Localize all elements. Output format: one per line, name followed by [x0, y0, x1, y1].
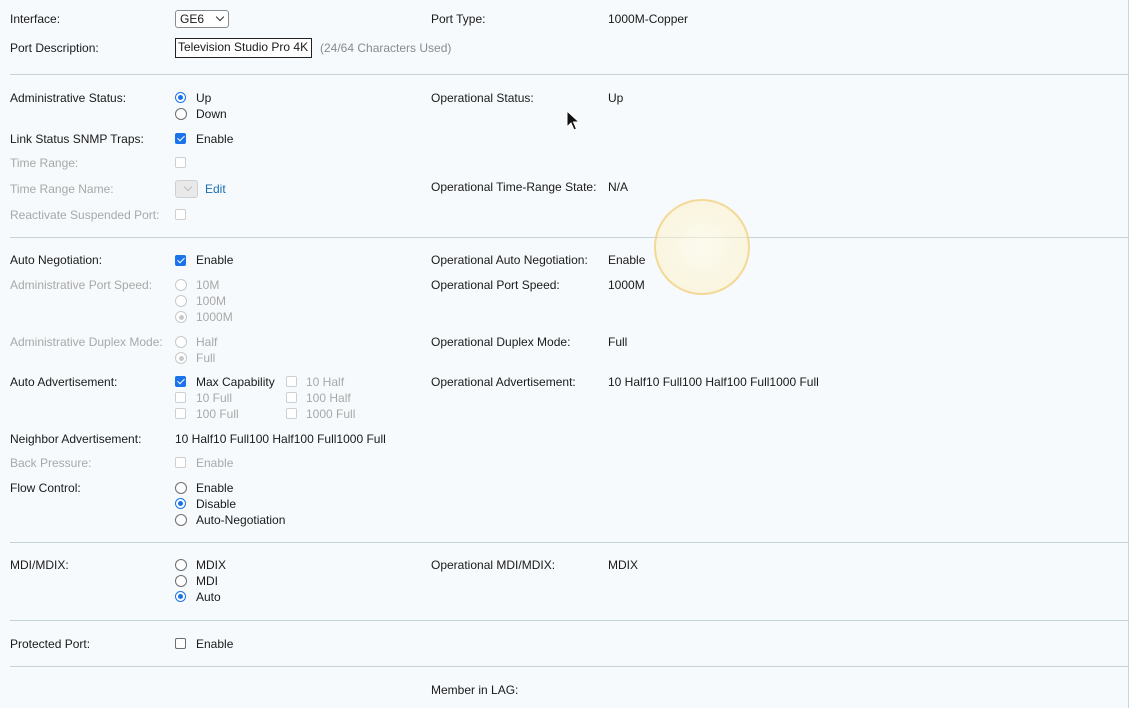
port-speed-1000m-label: 1000M	[196, 310, 233, 324]
adv-100-full-checkbox[interactable]	[175, 408, 186, 419]
oper-mdi-label: Operational MDI/MDIX:	[431, 558, 556, 572]
time-range-label: Time Range:	[10, 156, 79, 170]
flow-control-enable-radio[interactable]	[175, 482, 187, 494]
port-description-input[interactable]: Television Studio Pro 4K	[175, 38, 312, 58]
oper-auto-negotiation-value: Enable	[608, 253, 646, 267]
port-type-label: Port Type:	[431, 12, 486, 26]
mouse-pointer-icon	[566, 110, 580, 131]
mdi-auto-label: Auto	[196, 590, 221, 604]
oper-status-label: Operational Status:	[431, 91, 534, 105]
flow-control-label: Flow Control:	[10, 481, 81, 495]
interface-select[interactable]: GE6	[175, 10, 229, 28]
admin-status-down-radio[interactable]	[175, 108, 187, 120]
mdi-mdix-radio[interactable]	[175, 559, 187, 571]
port-speed-10m-radio[interactable]	[175, 279, 187, 291]
adv-100-full-label: 100 Full	[196, 407, 239, 421]
reactivate-port-label: Reactivate Suspended Port:	[10, 208, 160, 222]
interface-select-value: GE6	[180, 12, 205, 26]
port-speed-1000m-radio[interactable]	[175, 311, 187, 323]
snmp-traps-label: Link Status SNMP Traps:	[10, 132, 144, 146]
admin-status-down-label: Down	[196, 107, 227, 121]
snmp-traps-option: Enable	[196, 132, 234, 146]
adv-max-capability-label: Max Capability	[196, 375, 275, 389]
divider	[10, 542, 1129, 543]
auto-negotiation-label: Auto Negotiation:	[10, 253, 103, 267]
duplex-half-radio[interactable]	[175, 336, 187, 348]
admin-status-label: Administrative Status:	[10, 91, 127, 105]
protected-port-option: Enable	[196, 637, 234, 651]
divider	[10, 620, 1129, 621]
protected-port-checkbox[interactable]	[175, 638, 186, 649]
duplex-full-radio[interactable]	[175, 352, 187, 364]
protected-port-label: Protected Port:	[10, 637, 91, 651]
member-in-lag-label: Member in LAG:	[431, 683, 519, 697]
auto-negotiation-checkbox[interactable]	[175, 255, 186, 266]
time-range-checkbox[interactable]	[175, 157, 186, 168]
mdi-auto-radio[interactable]	[175, 591, 186, 602]
oper-duplex-label: Operational Duplex Mode:	[431, 335, 571, 349]
reactivate-port-checkbox[interactable]	[175, 209, 186, 220]
oper-duplex-value: Full	[608, 335, 628, 349]
adv-1000-full-checkbox[interactable]	[286, 408, 297, 419]
mdi-mdix-label: MDIX	[196, 558, 226, 572]
oper-auto-negotiation-label: Operational Auto Negotiation:	[431, 253, 588, 267]
adv-100-half-label: 100 Half	[306, 391, 351, 405]
snmp-traps-checkbox[interactable]	[175, 133, 186, 144]
interface-label: Interface:	[10, 12, 61, 26]
flow-control-enable-label: Enable	[196, 481, 234, 495]
adv-10-half-checkbox[interactable]	[286, 376, 297, 387]
port-speed-label: Administrative Port Speed:	[10, 278, 153, 292]
duplex-full-label: Full	[196, 351, 216, 365]
time-range-edit-link[interactable]: Edit	[205, 181, 226, 197]
oper-status-value: Up	[608, 91, 624, 105]
port-description-hint: (24/64 Characters Used)	[320, 41, 452, 55]
neighbor-advertisement-label: Neighbor Advertisement:	[10, 432, 142, 446]
duplex-half-label: Half	[196, 335, 218, 349]
divider	[10, 666, 1129, 667]
auto-negotiation-option: Enable	[196, 253, 234, 267]
oper-port-speed-label: Operational Port Speed:	[431, 278, 560, 292]
cursor-highlight-icon	[654, 199, 750, 295]
oper-advertisement-label: Operational Advertisement:	[431, 375, 576, 389]
oper-port-speed-value: 1000M	[608, 278, 645, 292]
admin-status-up-label: Up	[196, 91, 212, 105]
divider	[10, 74, 1129, 75]
oper-mdi-value: MDIX	[608, 558, 638, 572]
back-pressure-label: Back Pressure:	[10, 456, 92, 470]
flow-control-disable-label: Disable	[196, 497, 237, 511]
adv-10-full-label: 10 Full	[196, 391, 233, 405]
adv-10-half-label: 10 Half	[306, 375, 345, 389]
flow-control-disable-radio[interactable]	[175, 498, 186, 509]
back-pressure-option: Enable	[196, 456, 234, 470]
port-type-value: 1000M-Copper	[608, 12, 689, 26]
chevron-down-icon	[183, 182, 193, 192]
duplex-mode-label: Administrative Duplex Mode:	[10, 335, 163, 349]
adv-100-half-checkbox[interactable]	[286, 392, 297, 403]
flow-control-autoneg-radio[interactable]	[175, 514, 187, 526]
back-pressure-checkbox[interactable]	[175, 457, 186, 468]
adv-max-capability-checkbox[interactable]	[175, 376, 186, 387]
port-speed-100m-label: 100M	[196, 294, 227, 308]
neighbor-advertisement-value: 10 Half10 Full100 Half100 Full1000 Full	[175, 432, 386, 446]
time-range-name-label: Time Range Name:	[10, 182, 114, 196]
flow-control-autoneg-label: Auto-Negotiation	[196, 513, 286, 527]
divider	[10, 237, 1129, 238]
mdi-mdi-radio[interactable]	[175, 575, 187, 587]
adv-1000-full-label: 1000 Full	[306, 407, 356, 421]
port-speed-100m-radio[interactable]	[175, 295, 187, 307]
admin-status-up-radio[interactable]	[175, 92, 186, 103]
mdi-label: MDI/MDIX:	[10, 558, 69, 572]
mdi-mdi-label: MDI	[196, 574, 218, 588]
port-speed-10m-label: 10M	[196, 278, 220, 292]
oper-time-range-label: Operational Time-Range State:	[431, 180, 597, 194]
auto-advertisement-label: Auto Advertisement:	[10, 375, 118, 389]
oper-time-range-value: N/A	[608, 180, 629, 194]
port-description-label: Port Description:	[10, 41, 99, 55]
chevron-down-icon	[215, 12, 225, 22]
oper-advertisement-value: 10 Half10 Full100 Half100 Full1000 Full	[608, 375, 819, 389]
time-range-name-select[interactable]	[175, 180, 198, 198]
adv-10-full-checkbox[interactable]	[175, 392, 186, 403]
